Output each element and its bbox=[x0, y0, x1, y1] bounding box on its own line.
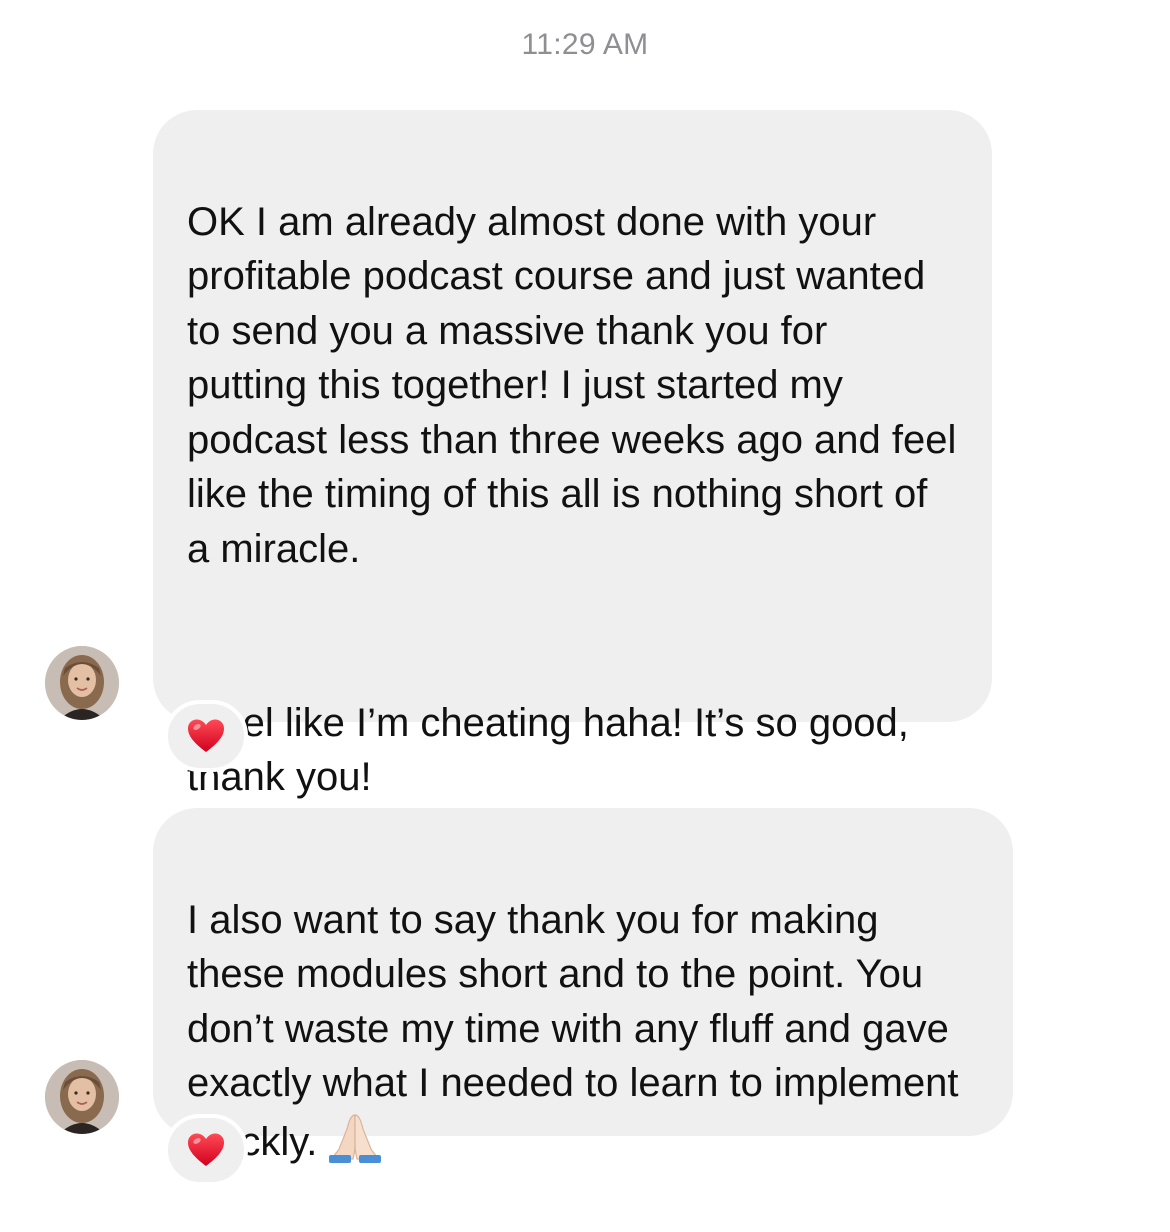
heart-reaction[interactable] bbox=[164, 1114, 248, 1186]
message-text: I also want to say thank you for making … bbox=[187, 893, 979, 1178]
message-timestamp: 11:29 AM bbox=[521, 28, 649, 61]
sender-avatar[interactable] bbox=[45, 646, 119, 720]
message-text: OK I am already almost done with your pr… bbox=[187, 199, 957, 571]
sender-avatar[interactable] bbox=[45, 1060, 119, 1134]
message-bubble[interactable]: I also want to say thank you for making … bbox=[153, 808, 1013, 1164]
message-text: I feel like I’m cheating haha! It’s so g… bbox=[187, 700, 909, 800]
avatar-photo bbox=[45, 646, 119, 720]
heart-icon bbox=[188, 1133, 224, 1166]
folded-hands-icon bbox=[327, 1111, 383, 1178]
heart-icon bbox=[188, 719, 224, 752]
avatar-photo bbox=[45, 1060, 119, 1134]
message-bubble[interactable]: OK I am already almost done with your pr… bbox=[153, 110, 992, 799]
heart-reaction[interactable] bbox=[164, 700, 248, 772]
